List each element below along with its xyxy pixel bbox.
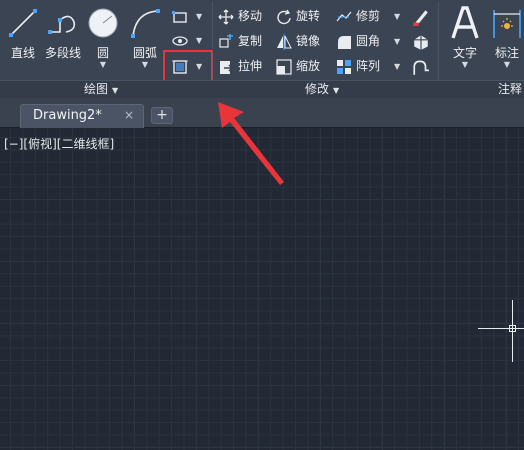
copy-button[interactable]: 复制 bbox=[218, 31, 262, 51]
mirror-button[interactable]: 镜像 bbox=[276, 31, 320, 51]
copy-icon bbox=[219, 33, 233, 48]
chevron-down-icon[interactable]: ▼ bbox=[484, 60, 524, 69]
arc-button[interactable]: 圆弧 ▼ bbox=[122, 4, 168, 72]
chevron-down-icon: ▼ bbox=[333, 86, 340, 95]
chevron-down-icon[interactable]: ▼ bbox=[196, 36, 202, 45]
arc-label: 圆弧 bbox=[132, 46, 157, 60]
text-button[interactable]: 文字 ▼ bbox=[442, 4, 488, 72]
trim-label: 修剪 bbox=[356, 9, 381, 23]
chevron-down-icon[interactable]: ▼ bbox=[394, 62, 400, 71]
rotate-button[interactable]: 旋转 bbox=[276, 6, 320, 26]
array-icon bbox=[337, 59, 351, 74]
array-label: 阵列 bbox=[356, 59, 381, 73]
tab-label: Drawing2* bbox=[33, 108, 102, 123]
rotate-label: 旋转 bbox=[296, 9, 321, 23]
stretch-icon bbox=[220, 60, 234, 74]
draw-panel-title[interactable]: 绘图 ▼ bbox=[84, 81, 118, 97]
modify-panel-title[interactable]: 修改 ▼ bbox=[305, 81, 339, 97]
rectangle-button[interactable]: ▼ bbox=[172, 6, 202, 26]
move-label: 移动 bbox=[238, 9, 263, 23]
chevron-down-icon[interactable]: ▼ bbox=[122, 60, 168, 69]
array-button[interactable]: 阵列 ▼ bbox=[336, 56, 400, 76]
rotate-icon bbox=[277, 9, 291, 24]
highlight-box bbox=[163, 50, 213, 84]
chevron-down-icon[interactable]: ▼ bbox=[394, 12, 400, 21]
scale-label: 缩放 bbox=[296, 59, 321, 73]
arc-icon bbox=[131, 9, 160, 38]
tab-drawing2[interactable]: Drawing2* × bbox=[20, 104, 144, 128]
crosshair-pickbox bbox=[509, 325, 516, 332]
copy-label: 复制 bbox=[238, 34, 263, 48]
dimension-label: 标注 bbox=[494, 46, 519, 60]
offset-icon[interactable] bbox=[412, 58, 430, 76]
mirror-label: 镜像 bbox=[296, 34, 321, 48]
circle-label: 圆 bbox=[96, 46, 109, 60]
explode-icon[interactable] bbox=[412, 33, 430, 51]
chevron-down-icon[interactable]: ▼ bbox=[80, 60, 126, 69]
chevron-down-icon[interactable]: ▼ bbox=[442, 60, 488, 69]
annotation-panel-title[interactable]: 注释 bbox=[498, 81, 522, 97]
eye-icon bbox=[172, 35, 188, 46]
scale-icon bbox=[276, 58, 292, 75]
stretch-button[interactable]: 拉伸 bbox=[218, 56, 262, 76]
text-icon bbox=[451, 6, 479, 39]
fillet-button[interactable]: 圆角 ▼ bbox=[336, 31, 400, 51]
close-icon[interactable]: × bbox=[124, 108, 134, 122]
stretch-label: 拉伸 bbox=[238, 59, 263, 73]
add-tab-button[interactable]: + bbox=[151, 107, 173, 124]
hatch-button[interactable]: ▼ bbox=[172, 30, 202, 50]
circle-icon bbox=[88, 8, 118, 38]
viewport-controls[interactable]: [−][俯视][二维线框] bbox=[4, 135, 114, 152]
chevron-down-icon: ▼ bbox=[112, 86, 119, 95]
crosshair-cursor bbox=[478, 328, 524, 329]
arrow-annotation-icon bbox=[218, 102, 284, 185]
rectangle-icon bbox=[172, 10, 187, 23]
chevron-down-icon[interactable]: ▼ bbox=[196, 12, 202, 21]
dimension-button[interactable]: 标注 ▼ bbox=[484, 4, 524, 72]
panel-title-bar bbox=[0, 80, 524, 98]
move-icon bbox=[218, 9, 234, 24]
scale-button[interactable]: 缩放 bbox=[276, 56, 320, 76]
text-label: 文字 bbox=[452, 46, 477, 60]
circle-button[interactable]: 圆 ▼ bbox=[80, 4, 126, 72]
line-icon bbox=[9, 9, 37, 37]
trim-button[interactable]: 修剪 ▼ bbox=[336, 6, 400, 26]
move-button[interactable]: 移动 bbox=[218, 6, 262, 26]
trim-icon bbox=[336, 11, 352, 21]
dimension-icon bbox=[493, 10, 521, 38]
fillet-label: 圆角 bbox=[356, 34, 381, 48]
fillet-icon bbox=[338, 35, 351, 49]
mirror-icon bbox=[277, 33, 292, 50]
polyline-icon bbox=[48, 15, 76, 34]
erase-icon[interactable] bbox=[412, 8, 430, 26]
chevron-down-icon[interactable]: ▼ bbox=[394, 37, 400, 46]
